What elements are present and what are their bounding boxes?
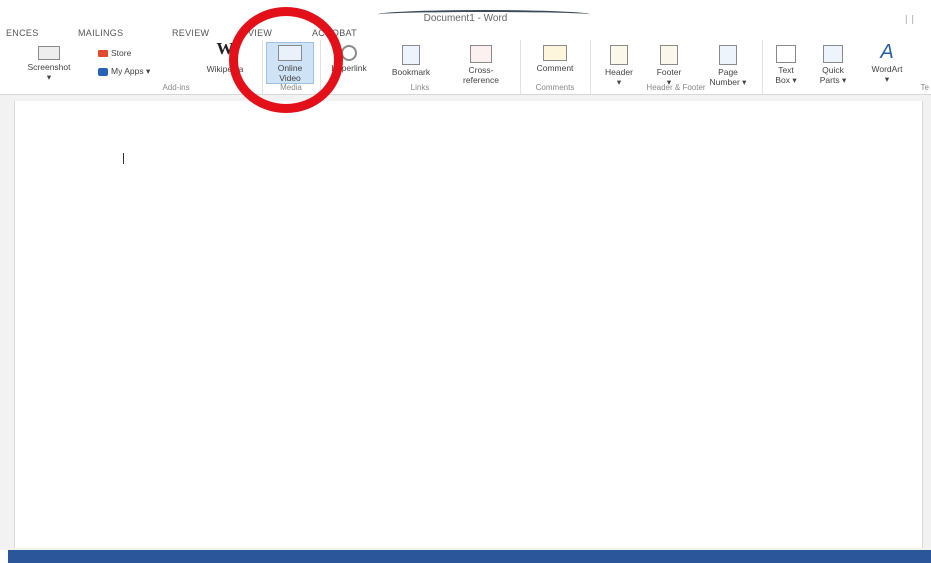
quick-parts-label-1: Quick [822, 65, 844, 75]
hyperlink-button[interactable]: Hyperlink [322, 45, 376, 73]
header-label: Header [605, 67, 633, 77]
store-button[interactable]: Store [98, 48, 131, 58]
bookmark-icon [402, 45, 420, 65]
group-text: Text Box ▾ Quick Parts ▾ A WordArt ▾ Te [762, 40, 931, 94]
bookmark-label: Bookmark [391, 67, 431, 77]
window-title: Document1 - Word [423, 13, 508, 24]
my-apps-label: My Apps [111, 66, 144, 76]
header-icon [610, 45, 628, 65]
text-box-button[interactable]: Text Box ▾ [768, 45, 804, 85]
chevron-down-icon: ▾ [145, 66, 151, 76]
tab-review[interactable]: REVIEW [172, 28, 209, 38]
globe-icon [341, 45, 357, 61]
wikipedia-button[interactable]: W Wikipedia [192, 39, 258, 74]
page-number-label-1: Page [718, 67, 738, 77]
apps-icon [98, 67, 108, 76]
page-number-icon [719, 45, 737, 65]
tab-references[interactable]: ENCES [6, 28, 39, 38]
group-label-text: Te [920, 83, 929, 92]
wordart-label: WordArt [871, 64, 903, 74]
online-video-label-1: Online [277, 63, 303, 73]
status-bar [8, 550, 931, 563]
text-box-label-1: Text [778, 65, 794, 75]
screenshot-button[interactable]: Screenshot ▾ [14, 46, 84, 82]
group-addins: Store My Apps ▾ W Wikipedia Add-ins [90, 40, 263, 94]
group-label-addins: Add-ins [162, 83, 190, 92]
comment-label: Comment [536, 63, 574, 73]
text-cursor [123, 153, 124, 164]
wordart-button[interactable]: A WordArt ▾ [862, 42, 912, 84]
group-comments: Comment Comments [520, 40, 591, 94]
comment-icon [543, 45, 567, 61]
group-label-comments: Comments [535, 83, 575, 92]
cross-reference-button[interactable]: Cross- reference [448, 45, 514, 85]
cross-reference-label-1: Cross- [468, 65, 494, 75]
comment-button[interactable]: Comment [524, 45, 586, 73]
tab-view[interactable]: VIEW [248, 28, 272, 38]
wordart-icon: A [880, 41, 894, 63]
tab-mailings[interactable]: MAILINGS [78, 28, 123, 38]
video-icon [278, 45, 302, 61]
window-controls[interactable]: ∣∣ [904, 14, 917, 25]
footer-button[interactable]: Footer ▾ [646, 45, 692, 87]
page-number-button[interactable]: Page Number ▾ [698, 45, 758, 87]
footer-label: Footer [656, 67, 682, 77]
group-links: Hyperlink Bookmark Cross- reference Link… [320, 40, 521, 94]
title-bar: Document1 - Word ∣∣ [0, 0, 931, 26]
header-button[interactable]: Header ▾ [596, 45, 642, 87]
screenshot-icon [38, 46, 60, 60]
store-icon [98, 50, 108, 58]
wikipedia-label: Wikipedia [206, 64, 244, 74]
cross-reference-icon [470, 45, 492, 63]
hyperlink-label: Hyperlink [331, 63, 367, 73]
wikipedia-icon: W [216, 39, 234, 58]
quick-parts-icon [823, 45, 843, 63]
chevron-down-icon: ▾ [46, 72, 52, 82]
quick-parts-button[interactable]: Quick Parts ▾ [810, 45, 856, 85]
group-label-links: Links [410, 83, 430, 92]
ribbon: Screenshot ▾ Store My Apps ▾ W Wikipedia… [0, 40, 931, 95]
footer-icon [660, 45, 678, 65]
bookmark-button[interactable]: Bookmark [382, 45, 440, 77]
text-box-icon [776, 45, 796, 63]
tab-acrobat[interactable]: ACROBAT [312, 28, 357, 38]
online-video-button[interactable]: Online Video [266, 45, 314, 83]
my-apps-button[interactable]: My Apps ▾ [98, 66, 150, 77]
group-media: Online Video Media [262, 40, 321, 94]
group-header-footer: Header ▾ Footer ▾ Page Number ▾ Header &… [590, 40, 763, 94]
screenshot-label: Screenshot [27, 62, 71, 72]
online-video-label-2: Video [279, 73, 301, 83]
group-label-header-footer: Header & Footer [646, 83, 706, 92]
store-label: Store [111, 48, 132, 58]
group-label-media: Media [280, 83, 302, 92]
document-page[interactable] [14, 101, 923, 548]
